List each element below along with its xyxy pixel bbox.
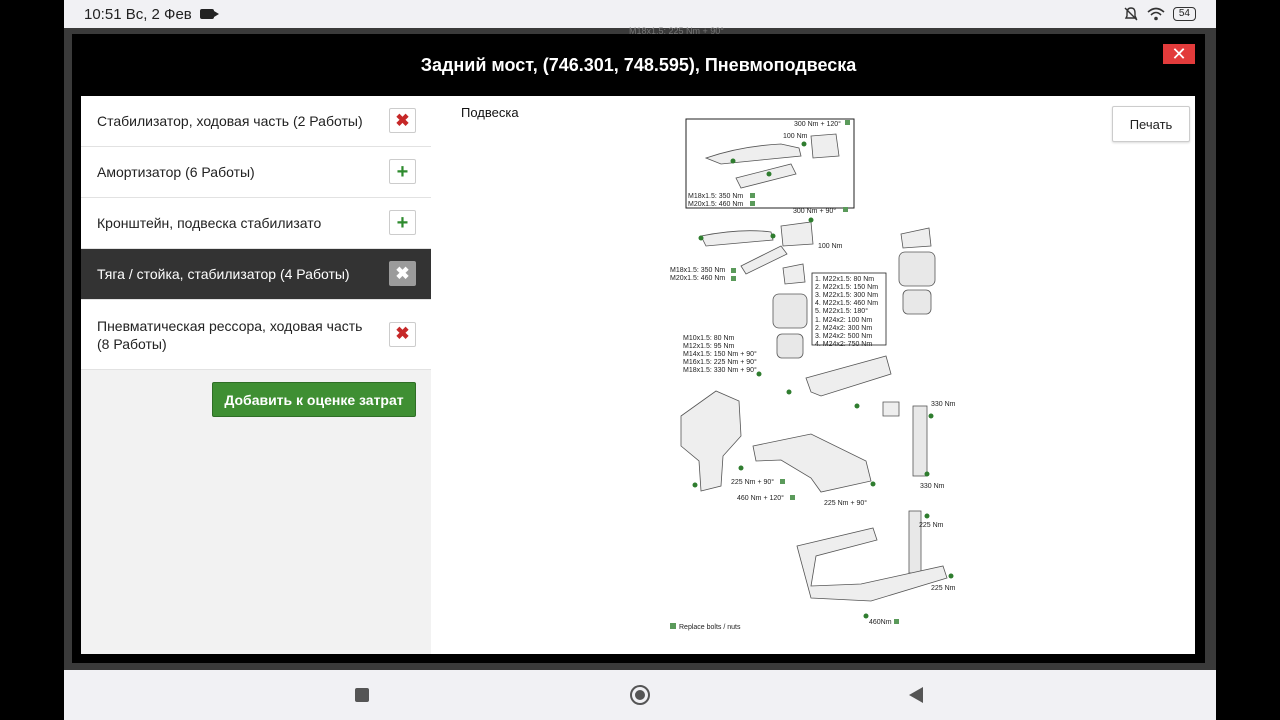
status-time: 10:51 Вс, 2 Фев: [84, 5, 192, 23]
legend-swatch: [670, 623, 676, 629]
torque-table-row: 2. M24x2: 300 Nm: [815, 325, 872, 332]
torque-label: M18x1.5: 330 Nm + 90°: [683, 366, 757, 374]
replace-marker: [843, 207, 848, 212]
torque-label: 100 Nm: [818, 243, 843, 250]
replace-marker: [845, 120, 850, 125]
remove-button[interactable]: ✖: [389, 261, 416, 286]
air-spring-right-lower: [902, 289, 932, 315]
dialog-title: Задний мост, (746.301, 748.595), Пневмоп…: [420, 54, 857, 75]
air-spring-left-lower: [776, 333, 804, 359]
torque-label: 225 Nm + 90°: [731, 478, 774, 486]
android-nav-bar: [64, 670, 1216, 720]
lower-link: [796, 527, 948, 602]
replace-marker: [894, 619, 899, 624]
inset-link: [735, 163, 797, 189]
torque-label: 330 Nm: [931, 401, 956, 408]
torque-table-row: 4. M24x2: 750 Nm: [815, 341, 872, 348]
list-item-stabilizer[interactable]: Стабилизатор, ходовая часть (2 Работы) ✖: [81, 96, 431, 147]
torque-label: M18x1.5: 350 Nm: [670, 267, 725, 274]
air-spring-top-mount: [900, 227, 932, 249]
torque-label: 225 Nm: [931, 585, 956, 592]
wifi-icon: [1147, 7, 1165, 21]
replace-marker: [750, 193, 755, 198]
recent-apps-icon[interactable]: [355, 688, 369, 702]
subframe: [805, 355, 892, 397]
torque-table-row: 2. M22x1.5: 150 Nm: [815, 284, 878, 291]
air-spring-left-mount: [782, 263, 806, 285]
shock-absorber: [912, 405, 928, 477]
torque-label: 460 Nm + 120°: [737, 494, 784, 502]
upper-arm: [700, 230, 774, 247]
replace-marker: [780, 479, 785, 484]
add-button[interactable]: +: [389, 159, 416, 184]
add-to-estimate-button[interactable]: Добавить к оценке затрат: [212, 382, 416, 417]
remove-button[interactable]: ✖: [389, 321, 416, 347]
add-button[interactable]: +: [389, 210, 416, 235]
upper-link: [740, 245, 788, 275]
list-item-label: Тяга / стойка, стабилизатор (4 Работы): [97, 266, 350, 282]
battery-indicator: 54: [1172, 7, 1196, 21]
replace-marker: [731, 276, 736, 281]
torque-table-row: 1. M22x1.5: 80 Nm: [815, 276, 874, 283]
list-item-air-spring[interactable]: Пневматическая рессора, ходовая часть (8…: [81, 300, 431, 370]
status-icons: 54: [1123, 6, 1196, 22]
inset-bracket: [810, 133, 840, 159]
torque-label: M18x1.5: 350 Nm: [688, 193, 743, 200]
torque-label: 330 Nm: [920, 483, 945, 490]
list-item-shock-absorber[interactable]: Амортизатор (6 Работы) +: [81, 147, 431, 198]
torque-label: 300 Nm + 90°: [793, 207, 836, 215]
torque-label: 300 Nm + 120°: [794, 120, 841, 128]
list-item-label: Кронштейн, подвеска стабилизато: [97, 215, 322, 231]
back-icon[interactable]: [909, 687, 923, 703]
suspension-diagram: 300 Nm + 120° 100 Nm M18x1.5: 350 Nm M20…: [670, 118, 956, 631]
torque-label: M16x1.5: 225 Nm + 90°: [683, 358, 757, 366]
list-item-stabilizer-link[interactable]: Тяга / стойка, стабилизатор (4 Работы) ✖: [81, 249, 431, 300]
diagram-panel: Подвеска Печать 300 Nm + 120° 100 Nm M18…: [431, 96, 1195, 654]
diagram-title: Подвеска: [461, 105, 519, 120]
torque-label: M20x1.5: 460 Nm: [670, 275, 725, 282]
list-item-label: Амортизатор (6 Работы): [97, 164, 255, 180]
replace-marker: [750, 201, 755, 206]
works-list-panel: Стабилизатор, ходовая часть (2 Работы) ✖…: [81, 96, 431, 654]
torque-label: 100 Nm: [783, 133, 808, 140]
torque-label: M12x1.5: 95 Nm: [683, 343, 735, 350]
replace-marker: [731, 268, 736, 273]
lower-shock: [908, 510, 922, 574]
remove-button[interactable]: ✖: [389, 108, 416, 133]
list-item-bracket[interactable]: Кронштейн, подвеска стабилизато +: [81, 198, 431, 249]
screen-record-icon: [199, 9, 219, 19]
dialog: Задний мост, (746.301, 748.595), Пневмоп…: [72, 34, 1205, 663]
torque-label: 460Nm: [869, 619, 892, 626]
tablet-screen: 10:51 Вс, 2 Фев 54 M18x1.5: 225 Nm + 90°…: [64, 0, 1216, 720]
shock-mount: [882, 401, 900, 417]
upper-bracket: [780, 221, 814, 247]
wheel-carrier: [680, 390, 742, 492]
torque-label: M10x1.5: 80 Nm: [683, 335, 735, 342]
print-button[interactable]: Печать: [1112, 106, 1190, 142]
torque-label: 225 Nm + 90°: [824, 499, 867, 507]
close-button[interactable]: ✕: [1163, 44, 1195, 64]
status-bar: 10:51 Вс, 2 Фев 54: [64, 0, 1216, 28]
air-spring-right: [898, 251, 936, 287]
bell-off-icon: [1124, 7, 1138, 21]
torque-label: M14x1.5: 150 Nm + 90°: [683, 350, 757, 358]
list-item-label: Стабилизатор, ходовая часть (2 Работы): [97, 113, 363, 129]
torque-label: M20x1.5: 460 Nm: [688, 201, 743, 208]
air-spring-left: [772, 293, 808, 329]
torque-label: 225 Nm: [919, 522, 944, 529]
legend-label: Replace bolts / nuts: [679, 624, 741, 631]
torque-table-row: 5. M22x1.5: 180°: [815, 307, 868, 315]
replace-marker: [790, 495, 795, 500]
torque-table-row: 1. M24x2: 100 Nm: [815, 317, 872, 324]
torque-table-row: 3. M24x2: 500 Nm: [815, 333, 872, 340]
torque-table-row: 3. M22x1.5: 300 Nm: [815, 292, 878, 299]
torque-table-row: 4. M22x1.5: 460 Nm: [815, 300, 878, 307]
home-icon[interactable]: [630, 685, 650, 705]
inset-arm: [704, 143, 802, 165]
list-item-label: Пневматическая рессора, ходовая часть (8…: [97, 317, 363, 352]
